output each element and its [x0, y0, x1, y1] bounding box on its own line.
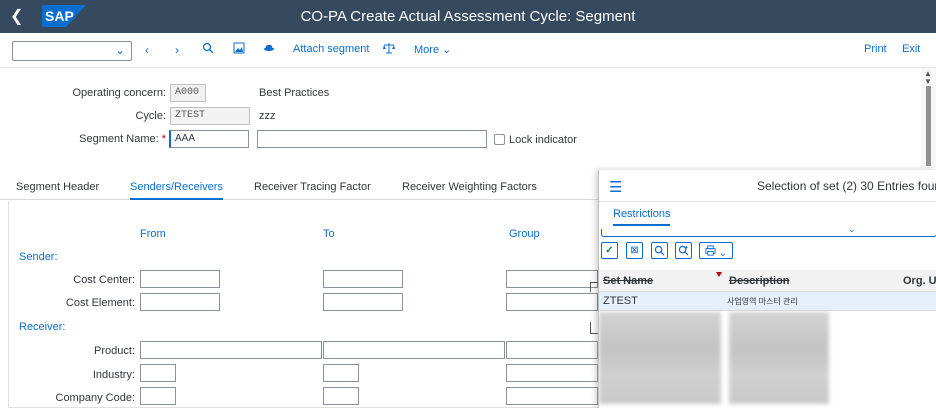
cost-center-group-input[interactable]	[506, 270, 598, 288]
cost-element-to-input[interactable]	[323, 293, 403, 311]
more-button[interactable]: More ⌄	[414, 43, 451, 56]
cost-element-from-input[interactable]	[140, 293, 220, 311]
org-unit-column-header[interactable]: Org. U	[903, 275, 936, 287]
command-field[interactable]: ⌄	[12, 41, 132, 61]
group-column-header: Group	[509, 228, 540, 240]
cost-element-group-input[interactable]	[506, 293, 598, 311]
scales-icon[interactable]	[383, 42, 395, 58]
connector-line	[590, 282, 598, 292]
company-code-to-input[interactable]	[323, 387, 359, 405]
attach-segment-button[interactable]: Attach segment	[293, 43, 369, 55]
product-from-input[interactable]	[140, 341, 322, 359]
industry-from-input[interactable]	[140, 364, 176, 382]
description-column-header[interactable]: Description	[729, 275, 790, 287]
exit-button[interactable]: Exit	[902, 43, 920, 55]
page-title: CO-PA Create Actual Assessment Cycle: Se…	[300, 8, 636, 25]
vertical-scrollbar[interactable]: ▲ ▼	[921, 68, 936, 168]
operating-concern-label: Operating concern:	[72, 87, 166, 99]
next-icon[interactable]: ›	[175, 42, 179, 58]
segment-name-input[interactable]: AAA	[169, 130, 249, 148]
tab-senders-receivers[interactable]: Senders/Receivers	[130, 181, 223, 200]
find-next-icon[interactable]	[675, 242, 692, 259]
industry-group-input[interactable]	[506, 364, 598, 382]
cancel-icon[interactable]: ⊠	[626, 242, 643, 259]
menu-icon[interactable]: ☰	[609, 178, 622, 196]
dialog-header: ☰ Selection of set (2) 30 Entries found	[599, 170, 936, 202]
tab-receiver-tracing-factor[interactable]: Receiver Tracing Factor	[254, 181, 371, 193]
find-icon[interactable]	[651, 242, 668, 259]
search-icon[interactable]	[202, 42, 214, 58]
cycle-text: zzz	[259, 110, 276, 122]
toolbar: ⌄ ‹ › Attach segment More ⌄ Print Exit	[0, 33, 936, 68]
print-button[interactable]: Print	[864, 43, 887, 55]
lock-indicator-checkbox[interactable]	[494, 134, 505, 145]
product-to-input[interactable]	[323, 341, 505, 359]
receiver-section-header: Receiver:	[19, 321, 66, 333]
cycle-label: Cycle:	[135, 110, 166, 122]
sender-section-header: Sender:	[19, 251, 58, 263]
cost-element-label: Cost Element:	[65, 297, 135, 309]
hat-icon[interactable]	[263, 42, 275, 58]
from-column-header: From	[140, 228, 166, 240]
product-group-input[interactable]	[506, 341, 598, 359]
connector-line	[590, 322, 598, 334]
tab-restrictions[interactable]: Restrictions	[613, 208, 671, 226]
sort-indicator-icon	[716, 272, 722, 277]
segment-description-input[interactable]	[257, 130, 487, 148]
table-row[interactable]: ZTEST 사업영역 마스터 관리	[599, 292, 936, 311]
scrollbar-thumb[interactable]	[926, 86, 931, 166]
shell-bar: ❮ SAP CO-PA Create Actual Assessment Cyc…	[0, 0, 936, 33]
set-name-column-header[interactable]: Set Name	[603, 275, 653, 287]
industry-label: Industry:	[92, 369, 135, 381]
image-icon[interactable]	[233, 42, 245, 58]
chevron-down-icon: ⌄	[114, 43, 125, 57]
dialog-title: Selection of set (2) 30 Entries found	[757, 179, 936, 193]
tab-strip: Segment Header Senders/Receivers Receive…	[0, 175, 600, 200]
required-marker: *	[161, 133, 166, 145]
industry-to-input[interactable]	[323, 364, 359, 382]
cost-center-from-input[interactable]	[140, 270, 220, 288]
lock-indicator-label: Lock indicator	[509, 134, 577, 146]
cycle-field: ZTEST	[170, 107, 250, 125]
company-code-from-input[interactable]	[140, 387, 176, 405]
print-icon[interactable]: ⌄	[699, 242, 733, 259]
table-header: Set Name Description Org. U	[599, 270, 936, 292]
chevron-down-icon: ⌄	[848, 224, 856, 234]
scroll-down-icon[interactable]: ▼	[924, 77, 932, 86]
tab-segment-header[interactable]: Segment Header	[16, 181, 99, 193]
operating-concern-text: Best Practices	[259, 87, 330, 99]
product-label: Product:	[94, 345, 135, 357]
company-code-label: Company Code:	[55, 392, 136, 404]
operating-concern-field: A000	[170, 84, 206, 102]
previous-icon[interactable]: ‹	[145, 42, 149, 58]
set-name-cell: ZTEST	[603, 295, 638, 307]
description-cell: 사업영역 마스터 관리	[727, 297, 798, 306]
segment-name-label: Segment Name: *	[79, 133, 166, 145]
cost-center-to-input[interactable]	[323, 270, 403, 288]
company-code-group-input[interactable]	[506, 387, 598, 405]
confirm-icon[interactable]: ✓	[601, 242, 618, 259]
selection-of-set-dialog: ☰ Selection of set (2) 30 Entries found …	[598, 170, 936, 408]
blurred-rows	[729, 312, 829, 404]
to-column-header: To	[323, 228, 335, 240]
restrictions-collapse-bar[interactable]: ⌄	[601, 224, 936, 237]
tab-receiver-weighting-factors[interactable]: Receiver Weighting Factors	[402, 181, 537, 193]
cost-center-label: Cost Center:	[73, 274, 135, 286]
blurred-rows	[599, 312, 721, 404]
